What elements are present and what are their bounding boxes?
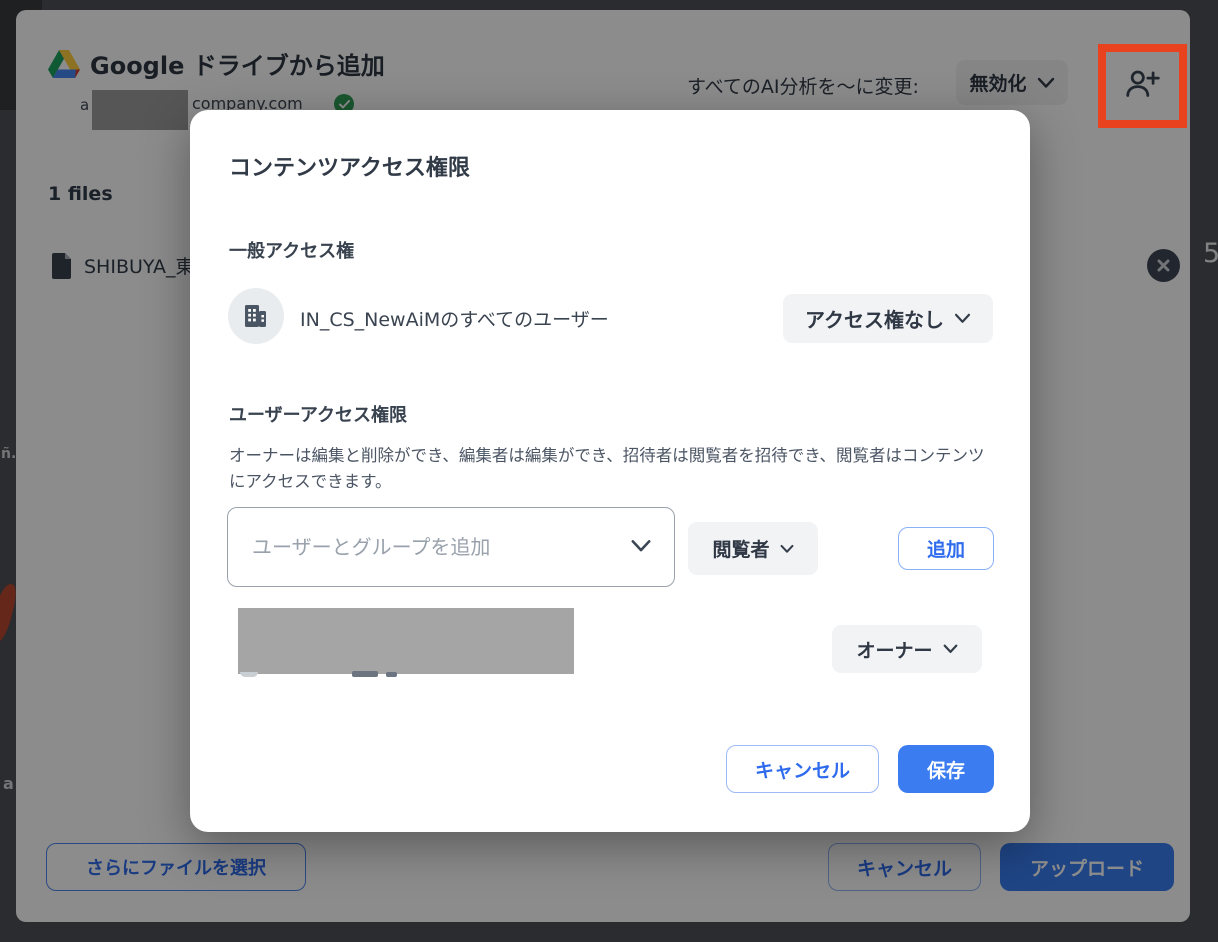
chevron-down-icon bbox=[954, 313, 971, 324]
add-users-combobox[interactable] bbox=[227, 507, 675, 587]
chevron-down-icon bbox=[943, 644, 958, 654]
modal-title: コンテンツアクセス権限 bbox=[229, 150, 470, 182]
general-access-dropdown-value: アクセス権なし bbox=[805, 304, 944, 333]
add-user-submit-button[interactable]: 追加 bbox=[898, 527, 994, 570]
annotation-highlight-box bbox=[1098, 44, 1187, 128]
organization-avatar bbox=[228, 288, 284, 344]
chevron-down-icon bbox=[780, 544, 794, 554]
user-access-description: オーナーは編集と削除ができ、編集者は編集ができ、招待者は閲覧者を招待でき、閲覧者… bbox=[229, 443, 995, 496]
text-fragment bbox=[386, 672, 397, 677]
role-dropdown-value: 閲覧者 bbox=[712, 535, 769, 562]
general-access-heading: 一般アクセス権 bbox=[229, 237, 354, 263]
owner-role-dropdown-value: オーナー bbox=[856, 636, 932, 663]
redacted-owner-identity bbox=[238, 608, 574, 674]
content-access-modal: コンテンツアクセス権限 一般アクセス権 IN_CS_NewAiMのすべてのユーザ… bbox=[190, 110, 1030, 832]
modal-cancel-button[interactable]: キャンセル bbox=[726, 745, 879, 793]
chevron-down-icon[interactable] bbox=[630, 538, 652, 557]
role-dropdown[interactable]: 閲覧者 bbox=[688, 522, 818, 575]
add-users-input[interactable] bbox=[252, 508, 612, 586]
building-icon bbox=[242, 303, 270, 329]
general-access-subject: IN_CS_NewAiMのすべてのユーザー bbox=[300, 305, 609, 332]
avatar-fragment bbox=[240, 672, 258, 677]
owner-role-dropdown[interactable]: オーナー bbox=[832, 625, 982, 673]
general-access-dropdown[interactable]: アクセス権なし bbox=[783, 294, 993, 343]
user-access-heading: ユーザーアクセス権限 bbox=[229, 401, 407, 427]
modal-save-button[interactable]: 保存 bbox=[898, 745, 994, 793]
text-fragment bbox=[352, 671, 378, 677]
